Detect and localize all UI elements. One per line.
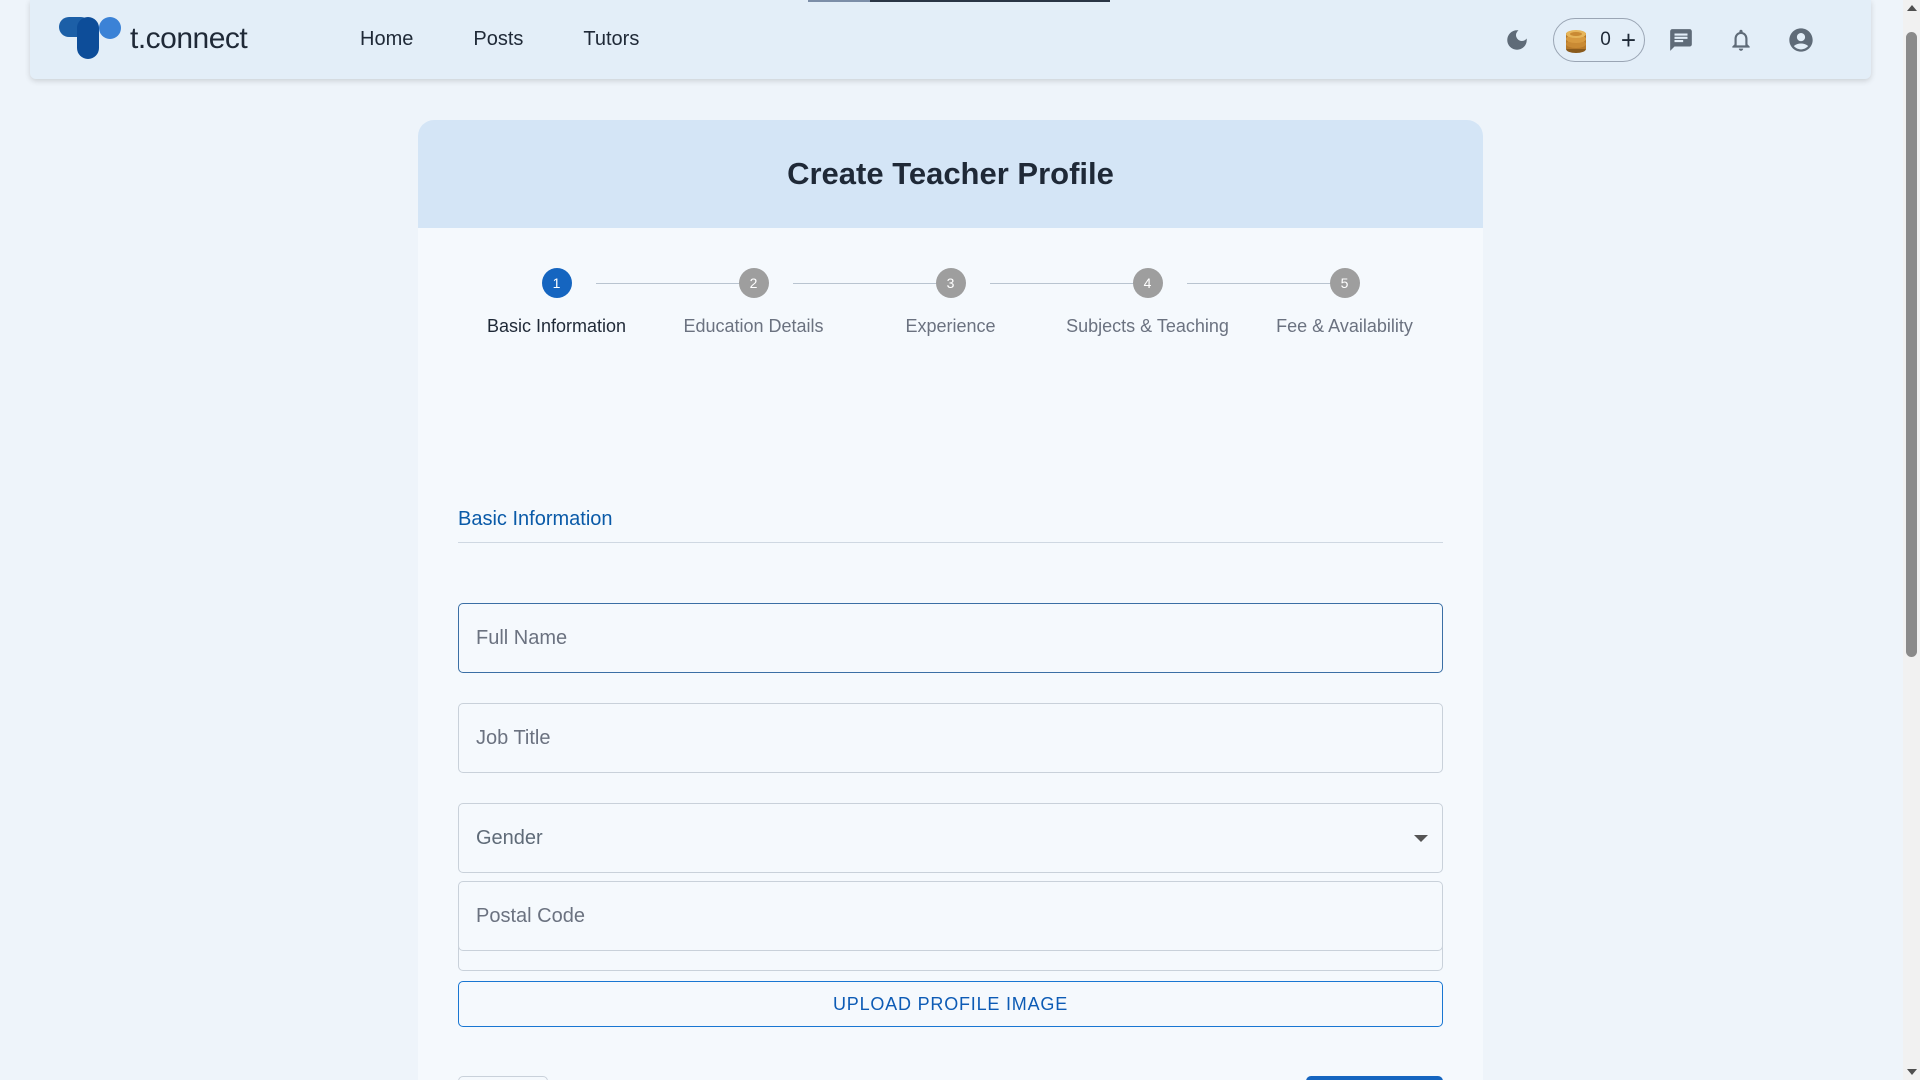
job-title-field[interactable]: [458, 703, 1443, 773]
scroll-up-icon[interactable]: [1907, 5, 1917, 11]
upload-profile-image-button[interactable]: UPLOAD PROFILE IMAGE: [458, 981, 1443, 1027]
nav-posts[interactable]: Posts: [443, 18, 553, 61]
step-label: Subjects & Teaching: [1066, 316, 1229, 336]
moon-icon: [1507, 29, 1527, 50]
gender-select-label: Gender: [476, 826, 543, 849]
scrollbar[interactable]: [1903, 0, 1920, 1080]
coin-balance[interactable]: 0 +: [1553, 17, 1645, 62]
logo-text: t.connect: [130, 22, 248, 55]
card-header: Create Teacher Profile: [418, 120, 1483, 228]
step-label: Education Details: [683, 316, 824, 336]
back-button[interactable]: [458, 1076, 548, 1080]
next-button[interactable]: [1306, 1076, 1443, 1080]
top-navbar: t.connect Home Posts Tutors 0 +: [30, 0, 1871, 79]
loading-bar-accent: [808, 0, 870, 2]
account-circle-icon: [1789, 27, 1813, 52]
stepper: 1 Basic Information 2 Education Details …: [458, 268, 1443, 348]
step-basic-information[interactable]: 1 Basic Information: [458, 268, 655, 337]
step-number: 1: [541, 268, 572, 298]
postal-code-field[interactable]: [458, 881, 1443, 951]
step-experience[interactable]: 3 Experience: [852, 268, 1049, 337]
full-name-input[interactable]: [476, 626, 1442, 650]
notifications-button[interactable]: [1711, 10, 1771, 70]
full-name-field[interactable]: [458, 603, 1443, 673]
step-label: Experience: [905, 316, 996, 336]
nav-actions: 0 +: [1487, 0, 1831, 79]
theme-toggle-button[interactable]: [1487, 10, 1547, 70]
add-coins-button[interactable]: +: [1621, 27, 1636, 53]
nav-home[interactable]: Home: [330, 18, 443, 61]
logo[interactable]: t.connect: [59, 17, 248, 61]
scrollbar-thumb[interactable]: [1906, 32, 1917, 657]
coin-count: 0: [1600, 28, 1611, 50]
step-number: 4: [1132, 268, 1163, 298]
scroll-down-icon[interactable]: [1907, 1069, 1917, 1075]
section-title: Basic Information: [458, 508, 613, 530]
chevron-down-icon: [1414, 835, 1428, 842]
step-subjects-teaching[interactable]: 4 Subjects & Teaching: [1049, 268, 1246, 337]
step-education-details[interactable]: 2 Education Details: [655, 268, 852, 337]
messages-button[interactable]: [1651, 10, 1711, 70]
nav-links: Home Posts Tutors: [330, 0, 669, 79]
nav-tutors[interactable]: Tutors: [553, 18, 669, 61]
step-fee-availability[interactable]: 5 Fee & Availability: [1246, 268, 1443, 337]
step-number: 5: [1329, 268, 1360, 298]
step-label: Fee & Availability: [1276, 316, 1413, 336]
step-label: Basic Information: [486, 316, 627, 336]
section-divider: [458, 542, 1443, 543]
page-title: Create Teacher Profile: [787, 156, 1114, 191]
coin-icon: [1566, 29, 1587, 53]
chat-icon: [1670, 28, 1692, 51]
step-number: 3: [935, 268, 966, 298]
bell-icon: [1732, 29, 1750, 51]
postal-code-input[interactable]: [476, 904, 1442, 928]
account-button[interactable]: [1771, 10, 1831, 70]
step-number: 2: [738, 268, 769, 298]
gender-select[interactable]: Gender: [458, 803, 1443, 873]
job-title-input[interactable]: [476, 726, 1442, 750]
logo-mark-icon: [59, 17, 123, 61]
